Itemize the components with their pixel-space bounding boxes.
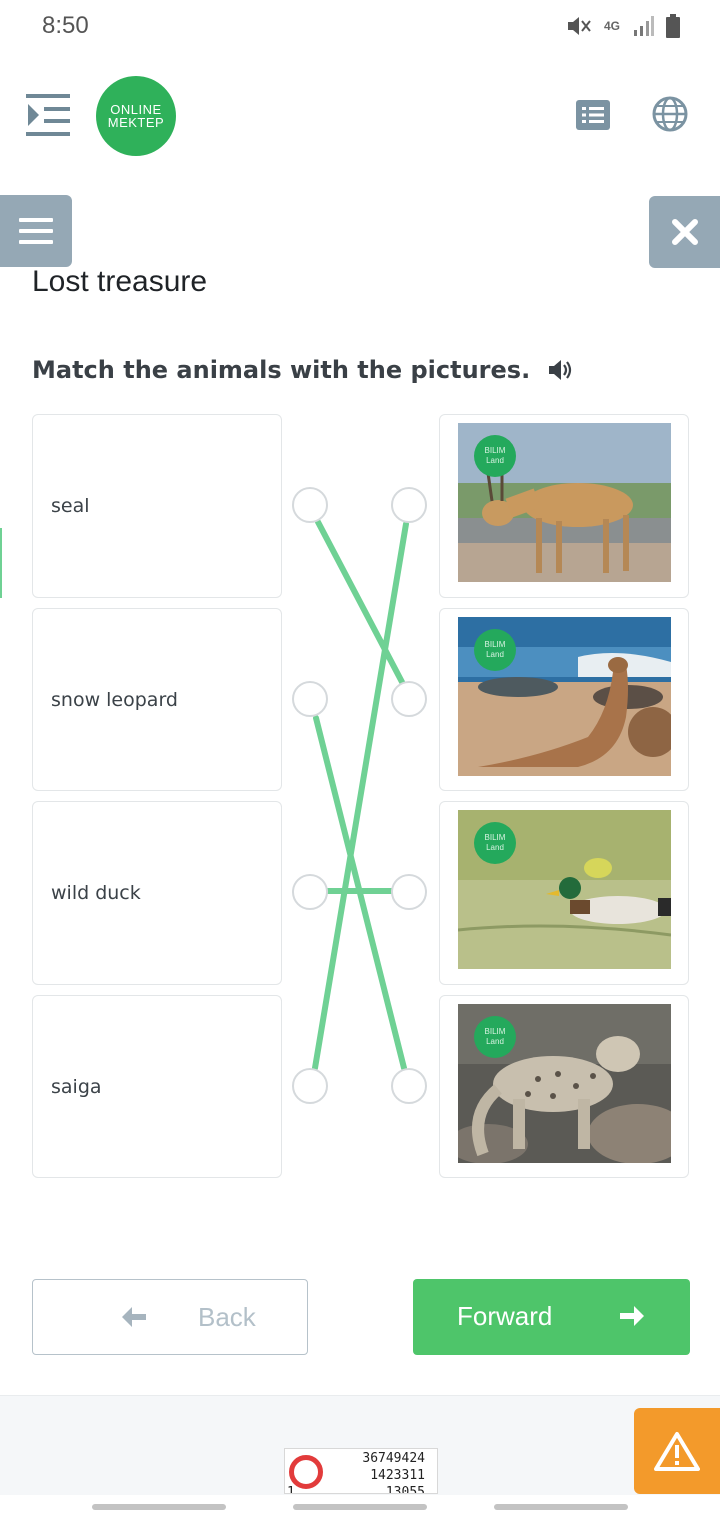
left-connector[interactable] <box>292 487 328 523</box>
right-connector[interactable] <box>391 487 427 523</box>
ad-number: 36749424 <box>362 1451 425 1466</box>
left-connector[interactable] <box>292 1068 328 1104</box>
right-connector[interactable] <box>391 1068 427 1104</box>
left-connector[interactable] <box>292 874 328 910</box>
forward-label: Forward <box>457 1301 553 1331</box>
right-connector[interactable] <box>391 681 427 717</box>
system-nav-bar <box>0 1495 720 1520</box>
report-problem-button[interactable] <box>634 1408 720 1494</box>
warning-icon <box>654 1432 700 1471</box>
right-connector[interactable] <box>391 874 427 910</box>
forward-button[interactable]: Forward <box>413 1279 690 1355</box>
nav-home-button[interactable] <box>293 1504 427 1510</box>
arrow-left-icon <box>122 1307 146 1327</box>
left-connector[interactable] <box>292 681 328 717</box>
back-button[interactable]: Back <box>32 1279 308 1355</box>
ad-banner[interactable]: 36749424 1423311 13055 1 <box>284 1448 438 1494</box>
nav-back-button[interactable] <box>494 1504 628 1510</box>
ad-number: 1423311 <box>370 1468 425 1483</box>
nav-recent-button[interactable] <box>92 1504 226 1510</box>
back-label: Back <box>198 1302 256 1332</box>
arrow-right-icon <box>620 1306 644 1326</box>
ad-number: 1 <box>287 1485 295 1494</box>
ad-number: 13055 <box>385 1485 425 1494</box>
match-line <box>315 519 405 685</box>
ad-circle-logo <box>289 1455 323 1489</box>
